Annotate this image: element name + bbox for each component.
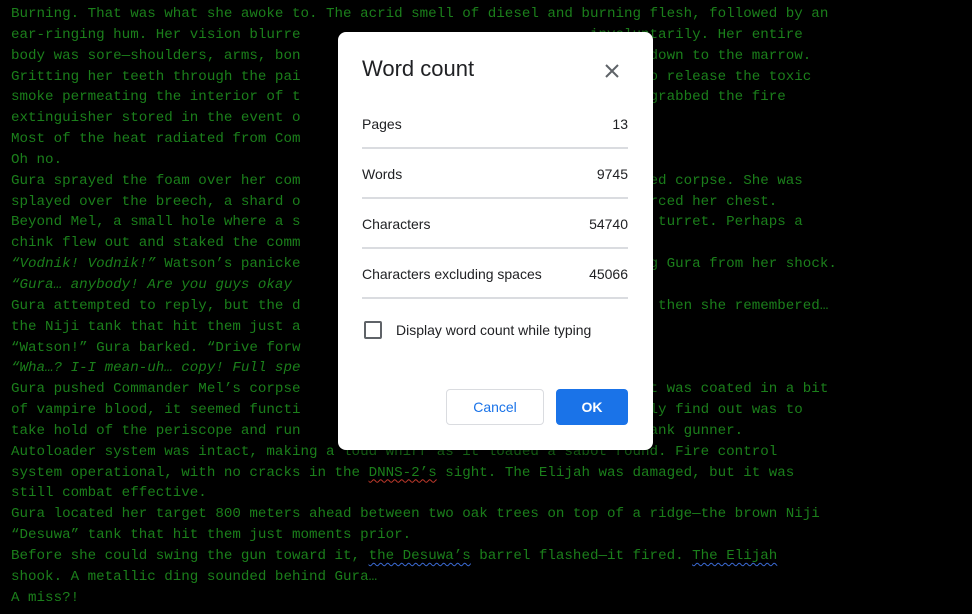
close-button[interactable] <box>600 59 624 83</box>
stat-row-words: Words 9745 <box>362 149 628 199</box>
stat-row-characters: Characters 54740 <box>362 199 628 249</box>
stat-label: Words <box>362 166 403 182</box>
cancel-button[interactable]: Cancel <box>446 389 544 425</box>
stat-label: Characters <box>362 216 431 232</box>
stat-value: 45066 <box>589 266 628 282</box>
stat-value: 13 <box>612 116 628 132</box>
stat-value: 54740 <box>589 216 628 232</box>
stats-list: Pages 13 Words 9745 Characters 54740 Cha… <box>362 99 628 299</box>
display-word-count-checkbox[interactable] <box>364 321 382 339</box>
display-word-count-toggle[interactable]: Display word count while typing <box>364 321 591 339</box>
word-count-dialog: Word count Pages 13 Words 9745 Character… <box>338 32 653 450</box>
ok-button[interactable]: OK <box>556 389 628 425</box>
close-icon <box>605 64 619 78</box>
stat-label: Pages <box>362 116 402 132</box>
dialog-title: Word count <box>362 56 475 81</box>
stat-row-characters-no-spaces: Characters excluding spaces 45066 <box>362 249 628 299</box>
stat-row-pages: Pages 13 <box>362 99 628 149</box>
stat-value: 9745 <box>596 166 628 182</box>
stat-label: Characters excluding spaces <box>362 266 542 282</box>
checkbox-label: Display word count while typing <box>396 322 592 338</box>
